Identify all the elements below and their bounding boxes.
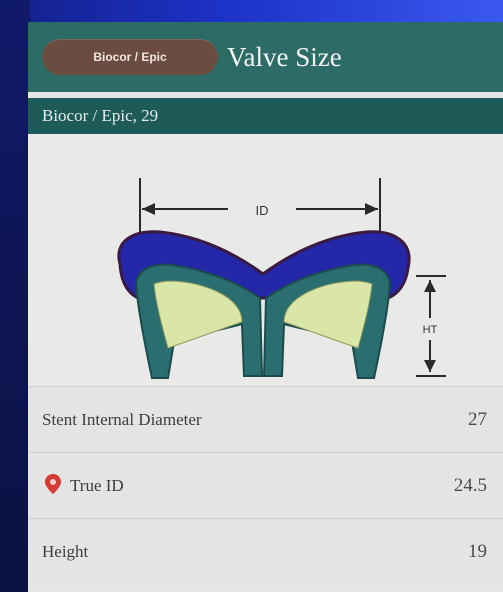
row-value: 24.5 (453, 475, 487, 496)
page-title: Valve Size (227, 42, 342, 72)
row-label: Stent Internal Diameter (42, 410, 202, 429)
location-pin-icon (45, 474, 61, 494)
selected-valve-header: Biocor / Epic, 29 (28, 98, 503, 134)
back-button[interactable]: Biocor / Epic (42, 39, 218, 75)
background-left (0, 0, 30, 592)
valve-diagram: ID HT (28, 134, 503, 386)
row-label-wrapper: True ID (42, 453, 124, 519)
row-value: 19 (468, 541, 487, 562)
stent-internal-diameter-row: Stent Internal Diameter 27 (28, 386, 503, 452)
title-bar: Biocor / Epic Valve Size (28, 22, 503, 92)
id-label: ID (256, 203, 269, 218)
row-value: 27 (468, 409, 487, 430)
row-label: True ID (70, 476, 124, 495)
height-row: Height 19 (28, 518, 503, 584)
valve-cross-section (117, 230, 411, 379)
true-id-row: True ID 24.5 (28, 452, 503, 518)
valve-diagram-svg: ID HT (117, 178, 446, 379)
row-label: Height (42, 542, 89, 561)
ht-label: HT (423, 324, 438, 336)
device-screen: Biocor / Epic Valve Size Biocor / Epic, … (28, 22, 503, 592)
